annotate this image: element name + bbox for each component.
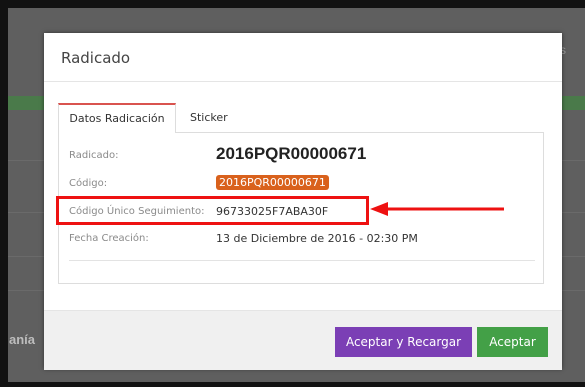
- modal-tabs: Datos Radicación Sticker: [58, 103, 544, 133]
- background-side-text: anía: [9, 332, 36, 347]
- modal-footer: Aceptar y Recargar Aceptar: [44, 310, 562, 370]
- codigo-label: Código:: [69, 178, 108, 189]
- panel-divider: [69, 260, 535, 261]
- radicado-value: 2016PQR00000671: [216, 144, 367, 163]
- aceptar-y-recargar-button[interactable]: Aceptar y Recargar: [335, 327, 472, 357]
- fecha-label: Fecha Creación:: [69, 233, 149, 244]
- modal-header: Radicado: [44, 33, 562, 82]
- tab-datos-radicacion[interactable]: Datos Radicación: [58, 103, 176, 133]
- fecha-value: 13 de Diciembre de 2016 - 02:30 PM: [216, 232, 418, 245]
- radicado-label: Radicado:: [69, 150, 119, 161]
- aceptar-button[interactable]: Aceptar: [477, 327, 548, 357]
- annotation-highlight-box: [56, 196, 369, 225]
- arrow-left-icon: [370, 202, 504, 216]
- modal-title: Radicado: [61, 49, 131, 67]
- codigo-badge: 2016PQR00000671: [216, 175, 329, 190]
- tab-sticker[interactable]: Sticker: [190, 103, 250, 132]
